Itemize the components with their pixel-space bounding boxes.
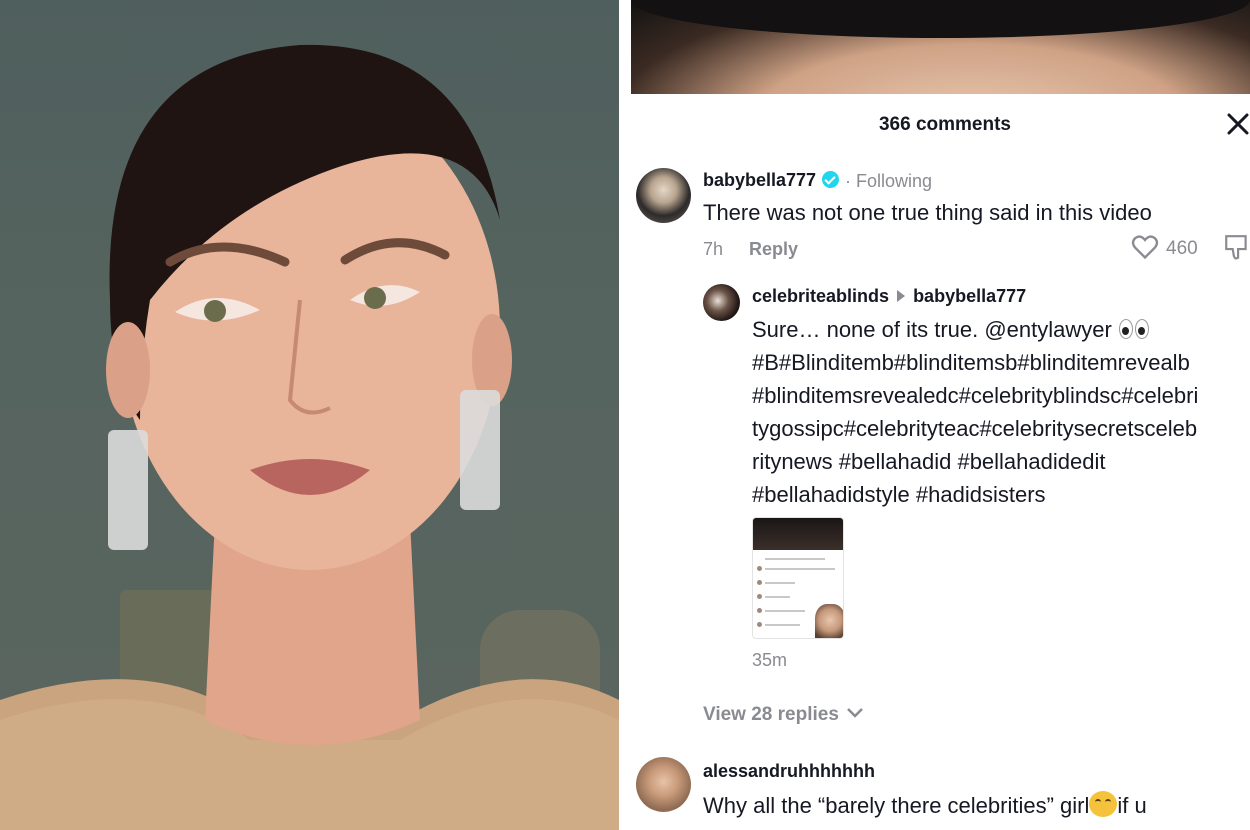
comment-text-part: if u <box>1117 793 1147 818</box>
comment-text: Why all the “barely there celebrities” g… <box>703 789 1147 822</box>
reply-time: 35m <box>752 650 788 670</box>
comment-username[interactable]: alessandruhhhhhhh <box>703 761 875 782</box>
reply-text-line: tygossipc#celebrityteac#celebritysecrets… <box>752 416 1198 441</box>
view-replies-label: View 28 replies <box>703 704 839 725</box>
dislike-icon[interactable] <box>1224 234 1250 262</box>
comment-time: 7h <box>703 239 724 259</box>
reply-text-line: Sure… none of its true. @entylawyer <box>752 313 1250 346</box>
comment-username[interactable]: babybella777 <box>703 170 840 191</box>
attachment-avatar <box>757 608 762 613</box>
heart-icon[interactable] <box>1131 234 1159 260</box>
attachment-text-line <box>765 624 800 626</box>
panel-divider <box>619 0 631 830</box>
view-replies-button[interactable]: View 28 replies <box>703 704 864 726</box>
portrait-illustration <box>0 44 619 830</box>
reply-text-line: #bellahadidstyle #hadidsisters <box>752 482 1046 507</box>
eyes-emoji-icon <box>1118 318 1150 340</box>
attachment-text-line <box>765 558 825 560</box>
comment-text-part: Why all the “barely there celebrities” g… <box>703 793 1090 818</box>
avatar[interactable] <box>703 284 740 321</box>
following-status: · Following <box>845 171 933 191</box>
attachment-avatar <box>757 594 762 599</box>
attachment-text-line <box>765 568 835 570</box>
reply-to-username[interactable]: babybella777 <box>913 286 1026 306</box>
reply-username[interactable]: celebriteablinds <box>752 286 889 306</box>
attachment-text-line <box>765 610 805 612</box>
attachment-avatar <box>757 566 762 571</box>
attachment-text-line <box>765 582 795 584</box>
attachment-avatar <box>757 580 762 585</box>
comments-count: 366 comments <box>878 114 1011 135</box>
avatar[interactable] <box>636 757 691 812</box>
avatar[interactable] <box>636 168 691 223</box>
verified-badge-icon <box>822 171 840 188</box>
reply-text-line: #B#Blinditemb#blinditemsb#blinditemrevea… <box>752 350 1190 375</box>
comments-header: 366 comments <box>631 94 1250 156</box>
comment-username-text: babybella777 <box>703 170 817 190</box>
attachment-header <box>753 518 843 550</box>
like-count: 460 <box>1166 238 1198 259</box>
video-preview[interactable] <box>631 0 1250 94</box>
video-preview-hair <box>631 0 1250 38</box>
chevron-down-icon <box>847 708 864 718</box>
reply-text-line: #blinditemsrevealedc#celebrityblindsc#ce… <box>752 383 1199 408</box>
reply-image-attachment[interactable] <box>752 517 844 639</box>
attachment-text-line <box>765 596 790 598</box>
attachment-face <box>815 604 843 638</box>
close-icon[interactable] <box>1226 112 1250 136</box>
reply-text-line: ritynews #bellahadid #bellahadidedit <box>752 449 1106 474</box>
reply-text-line1: Sure… none of its true. @entylawyer <box>752 317 1112 342</box>
comment-text: There was not one true thing said in thi… <box>703 200 1152 225</box>
reply-header: celebriteablinds babybella777 <box>752 286 1026 307</box>
reply-text: Sure… none of its true. @entylawyer #B#B… <box>752 313 1250 511</box>
reply-button[interactable]: Reply <box>749 239 798 260</box>
comments-panel: 366 comments babybella777 · Following Th… <box>631 0 1250 830</box>
attachment-avatar <box>757 622 762 627</box>
laughing-emoji-icon <box>1089 791 1118 817</box>
reply-arrow-icon <box>897 290 906 302</box>
celebrity-photo <box>0 0 619 830</box>
